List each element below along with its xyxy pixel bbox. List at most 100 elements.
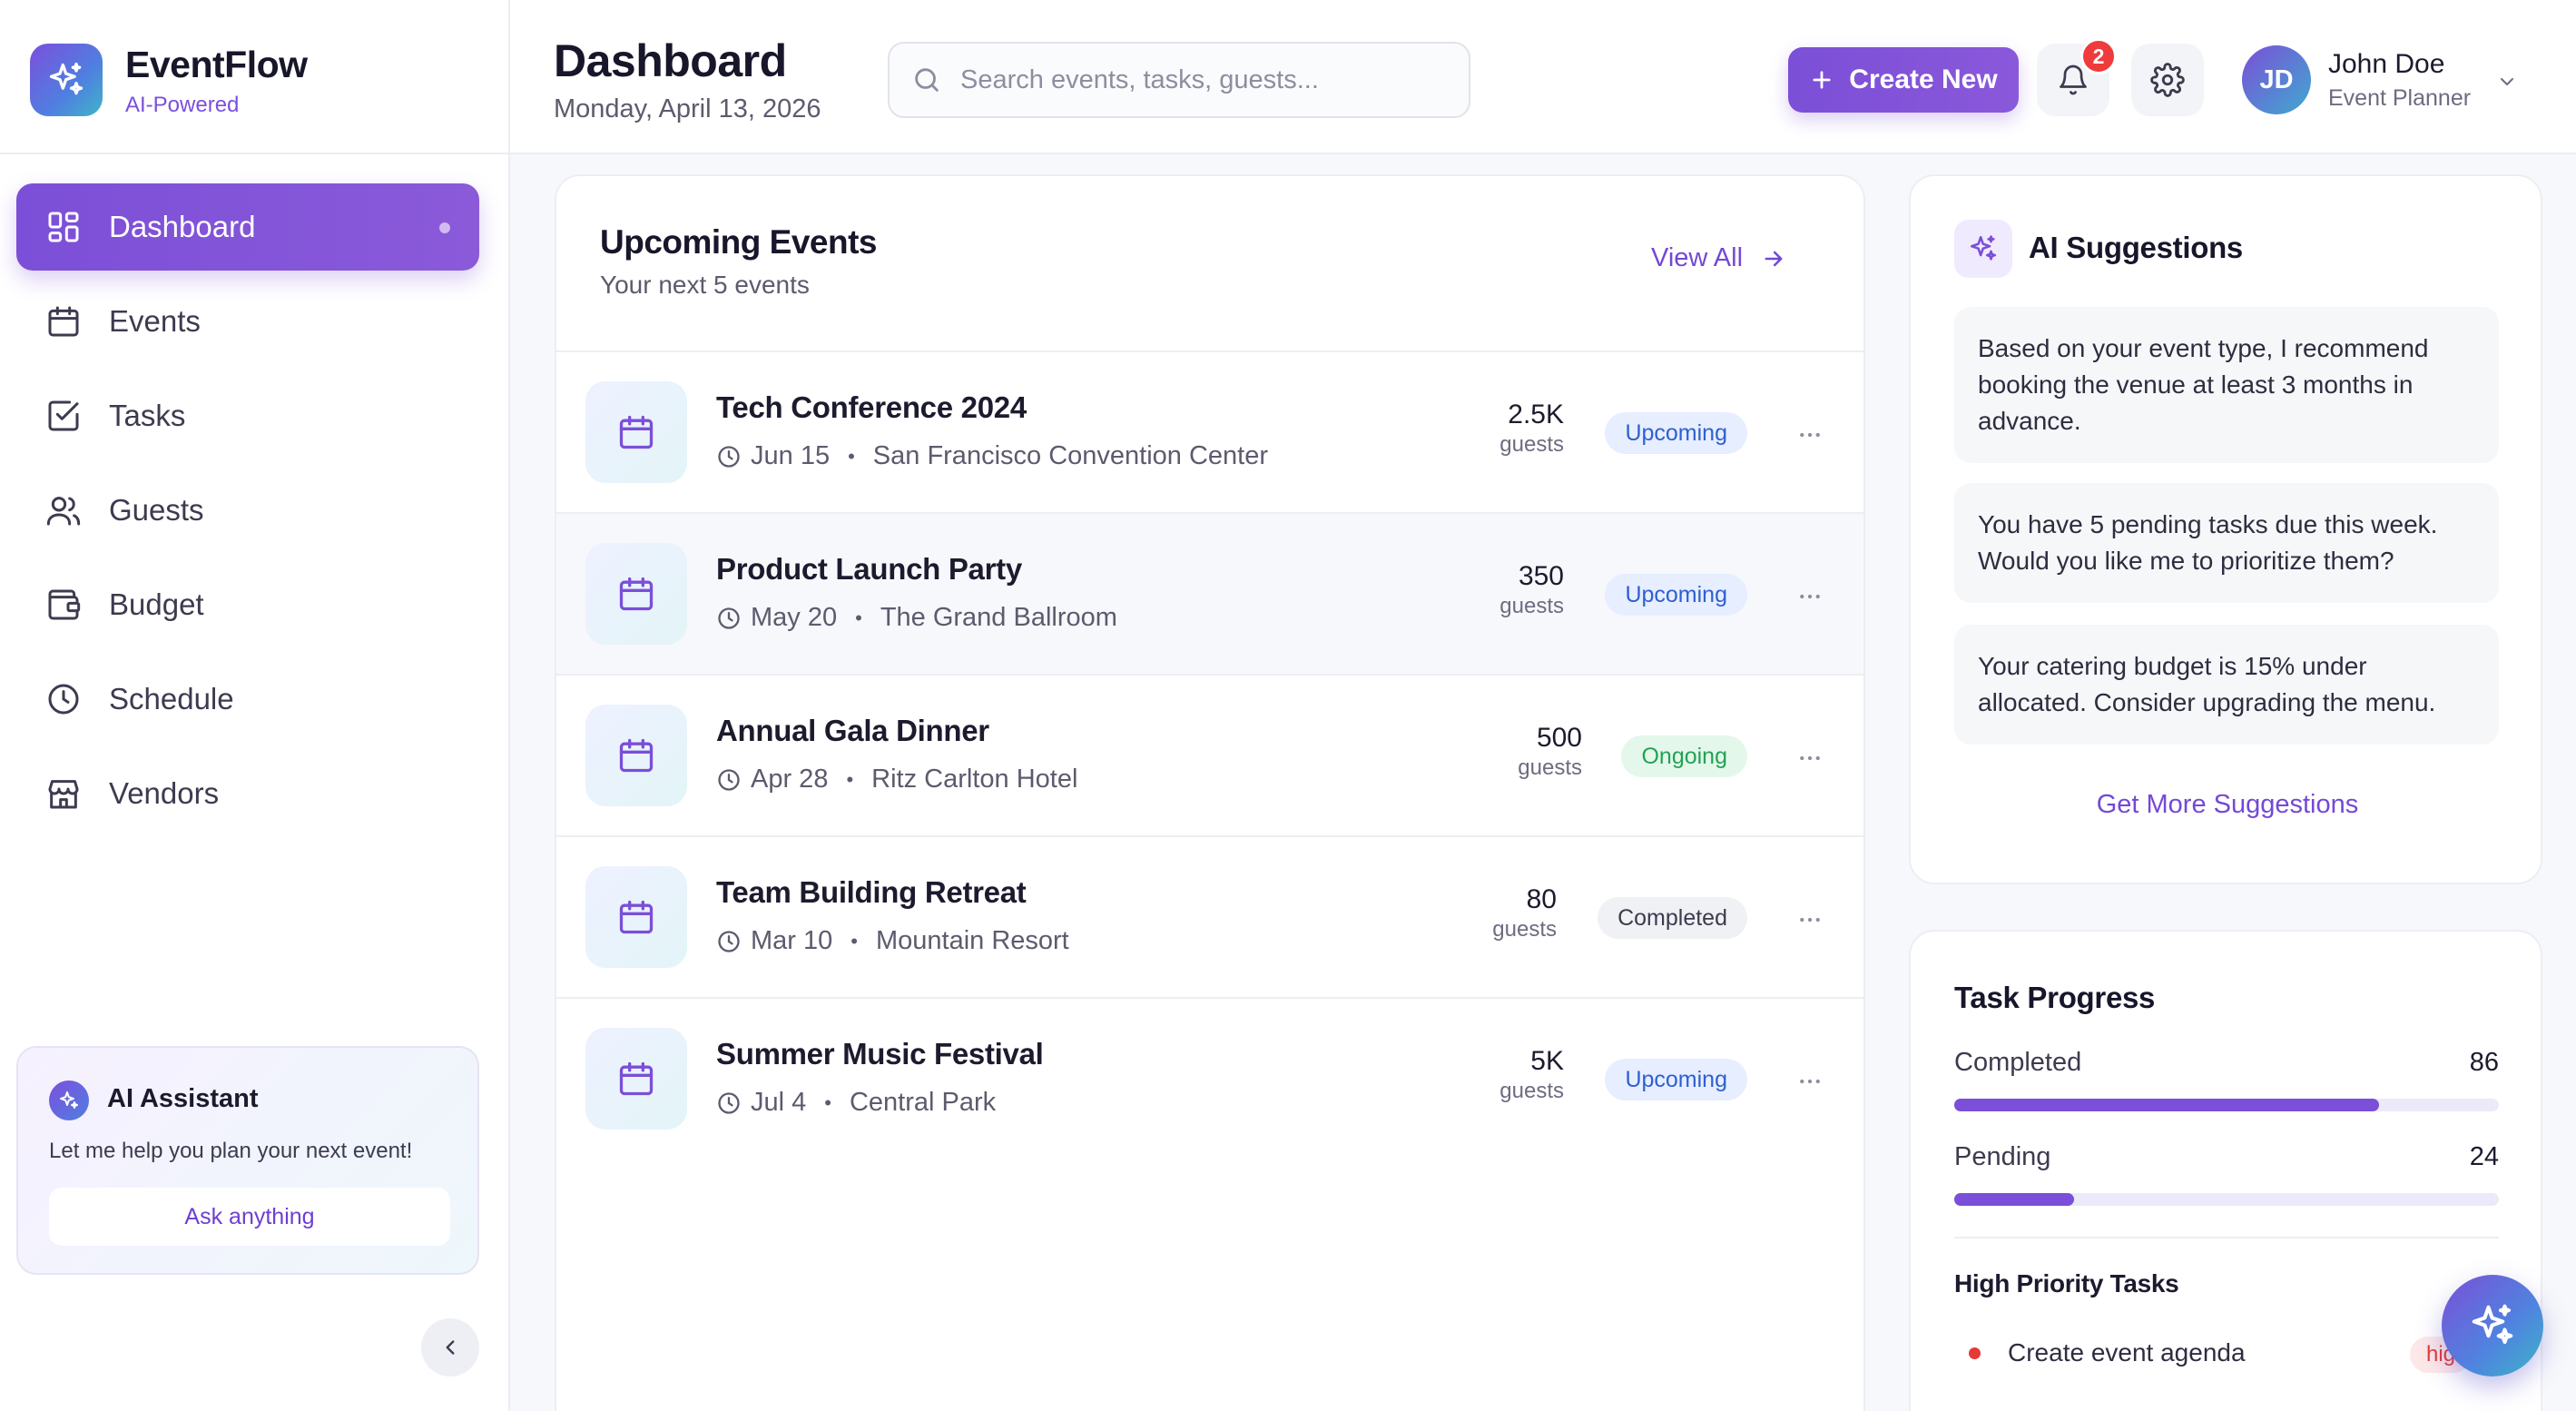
event-guest-count: 2.5K guests [1499,400,1564,458]
bullet-separator: • [848,444,855,468]
high-priority-title: High Priority Tasks [1954,1269,2179,1298]
bullet-separator: • [846,767,854,791]
event-location: Mountain Resort [875,926,1069,955]
bullet-separator: • [824,1090,831,1114]
more-options-icon[interactable] [1796,745,1824,772]
sparkles-icon [2468,1301,2517,1350]
bullet-separator: • [850,929,858,952]
guest-count-label: guests [1499,432,1564,457]
sparkles-icon [49,1080,89,1120]
page-title: Dashboard [554,35,787,86]
clock-icon [716,767,742,793]
chevron-down-icon[interactable] [2496,71,2518,93]
store-icon [45,775,82,812]
completed-progress-fill [1954,1099,2379,1111]
guest-count-value: 350 [1518,561,1564,591]
sidebar-item-label: Schedule [109,682,234,715]
event-name[interactable]: Summer Music Festival [716,1037,1044,1071]
event-date: May 20 [751,603,838,632]
event-calendar-icon [585,866,687,968]
clock-icon [716,1090,742,1116]
pending-progress-bar [1954,1193,2499,1206]
sidebar-item-budget[interactable]: Budget [16,561,479,648]
users-icon [45,492,82,528]
guest-count-label: guests [1492,917,1557,942]
sidebar-item-tasks[interactable]: Tasks [16,372,479,459]
ask-anything-button[interactable]: Ask anything [49,1188,450,1246]
event-calendar-icon [585,705,687,806]
user-name[interactable]: John Doe [2328,49,2444,80]
wallet-icon [45,587,82,623]
top-header: Dashboard Monday, April 13, 2026 Create … [510,0,2576,154]
clock-icon [716,929,742,954]
user-avatar[interactable]: JD [2242,45,2311,114]
brand-tagline: AI-Powered [125,93,240,117]
event-calendar-icon [585,1028,687,1130]
status-badge: Upcoming [1605,574,1747,616]
event-guest-count: 500 guests [1518,723,1582,781]
view-all-label: View All [1651,243,1744,272]
event-row[interactable]: Team Building Retreat Mar 10 • Mountain … [556,835,1863,997]
search-icon [911,64,942,95]
bullet-separator: • [855,606,862,629]
event-name[interactable]: Team Building Retreat [716,875,1027,910]
ai-assistant-card: AI Assistant Let me help you plan your n… [16,1046,479,1275]
sidebar-item-schedule[interactable]: Schedule [16,656,479,743]
pending-value: 24 [2469,1142,2499,1171]
sidebar-item-dashboard[interactable]: Dashboard [16,183,479,271]
high-priority-task-item[interactable]: Create event agenda [1969,1338,2246,1367]
dashboard-grid-icon [45,209,82,245]
calendar-icon [45,303,82,340]
status-badge: Ongoing [1621,735,1747,777]
event-row[interactable]: Annual Gala Dinner Apr 28 • Ritz Carlton… [556,674,1863,835]
event-meta: May 20 • The Grand Ballroom [716,603,1117,633]
brand-name: EventFlow [125,44,308,85]
checkbox-icon [45,398,82,434]
sparkles-icon [1954,220,2012,278]
sidebar-nav: Dashboard Events Tasks Guests Budget Sch… [16,183,479,844]
collapse-sidebar-button[interactable] [421,1318,479,1376]
sidebar-item-label: Guests [109,493,204,527]
upcoming-events-subtitle: Your next 5 events [600,271,810,299]
event-location: The Grand Ballroom [880,603,1117,632]
event-name[interactable]: Product Launch Party [716,552,1022,587]
ai-suggestions-card: AI Suggestions Based on your event type,… [1909,174,2542,884]
event-date: Jul 4 [751,1088,807,1117]
more-options-icon[interactable] [1796,421,1824,449]
sidebar-item-label: Events [109,304,201,338]
event-row[interactable]: Product Launch Party May 20 • The Grand … [556,512,1863,674]
notifications-button[interactable]: 2 [2037,38,2117,116]
suggestion-item[interactable]: You have 5 pending tasks due this week. … [1954,483,2499,603]
event-row[interactable]: Summer Music Festival Jul 4 • Central Pa… [556,997,1863,1159]
sidebar-item-guests[interactable]: Guests [16,467,479,554]
sidebar-item-vendors[interactable]: Vendors [16,750,479,837]
sidebar-item-events[interactable]: Events [16,278,479,365]
event-date: Jun 15 [751,441,831,470]
guest-count-value: 5K [1530,1046,1564,1076]
divider [1954,1237,2499,1238]
more-options-icon[interactable] [1796,1068,1824,1095]
event-name[interactable]: Annual Gala Dinner [716,714,989,748]
event-name[interactable]: Tech Conference 2024 [716,390,1027,425]
event-date: Mar 10 [751,926,833,955]
upcoming-events-title: Upcoming Events [600,223,878,261]
clock-icon [716,606,742,631]
get-more-suggestions-link[interactable]: Get More Suggestions [1911,790,2544,820]
create-new-button[interactable]: Create New [1788,47,2019,113]
ai-assistant-fab[interactable] [2442,1275,2543,1376]
more-options-icon[interactable] [1796,583,1824,610]
more-options-icon[interactable] [1796,906,1824,933]
suggestion-item[interactable]: Based on your event type, I recommend bo… [1954,307,2499,463]
user-role: Event Planner [2328,85,2472,111]
event-row[interactable]: Tech Conference 2024 Jun 15 • San Franci… [556,350,1863,512]
sparkles-logo-icon[interactable] [30,44,103,116]
event-location: Ritz Carlton Hotel [871,765,1078,794]
task-label: Create event agenda [2008,1338,2246,1367]
settings-button[interactable] [2131,44,2204,116]
view-all-link[interactable]: View All [1651,243,1786,273]
clock-icon [45,681,82,717]
guest-count-label: guests [1518,755,1582,780]
ai-suggestions-title: AI Suggestions [2029,231,2243,264]
suggestion-item[interactable]: Your catering budget is 15% under alloca… [1954,625,2499,745]
search-input[interactable] [960,64,1469,95]
